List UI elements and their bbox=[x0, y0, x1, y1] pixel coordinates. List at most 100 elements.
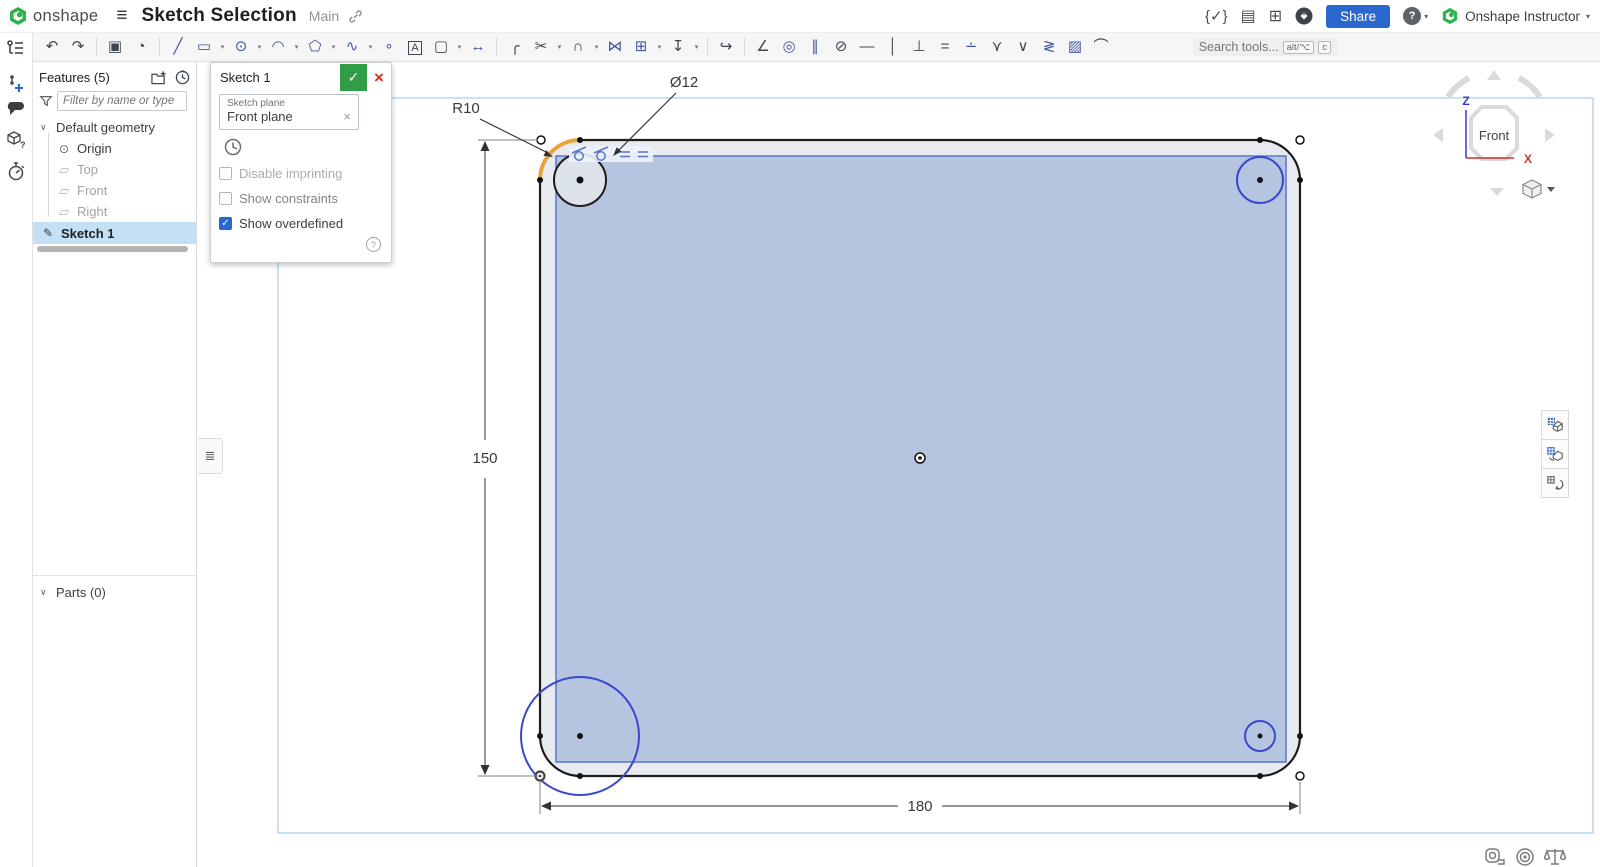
onshape-logo-icon[interactable] bbox=[8, 6, 28, 26]
apps-grid-icon[interactable]: ⊞ bbox=[1269, 6, 1282, 26]
chevron-down-icon[interactable]: ∨ bbox=[40, 587, 50, 598]
rectangle-tool-button[interactable]: ▭ bbox=[192, 36, 216, 58]
chevron-down-icon[interactable]: ▾ bbox=[329, 43, 338, 51]
mass-properties-scale-icon[interactable] bbox=[1544, 846, 1566, 867]
line-tool-button[interactable]: ╱ bbox=[166, 36, 190, 58]
horizontal-constraint-button[interactable]: ― bbox=[855, 36, 879, 58]
checkbox-icon[interactable]: ✓ bbox=[219, 217, 232, 230]
coincident-constraint-button[interactable]: ∠ bbox=[751, 36, 775, 58]
checklist-icon[interactable]: ▤ bbox=[1241, 6, 1256, 26]
rollback-clock-icon[interactable] bbox=[224, 138, 242, 156]
tree-item-default-geometry[interactable]: ∨ Default geometry bbox=[33, 117, 196, 138]
chevron-down-icon[interactable]: ▾ bbox=[218, 43, 227, 51]
text-tool-button[interactable]: A bbox=[403, 36, 427, 58]
history-clock-icon[interactable] bbox=[175, 70, 190, 85]
import-dxf-dwg-button[interactable]: ↧ bbox=[666, 36, 690, 58]
checkbox-show-overdefined[interactable]: ✓ Show overdefined bbox=[219, 216, 383, 231]
tree-item-origin[interactable]: ⊙ Origin bbox=[33, 138, 196, 159]
slot-tool-button[interactable]: ▢ bbox=[429, 36, 453, 58]
chevron-down-icon[interactable]: ▾ bbox=[366, 43, 375, 51]
parts-section-header[interactable]: ∨ Parts (0) bbox=[33, 582, 196, 603]
share-button[interactable]: Share bbox=[1326, 5, 1390, 28]
point-tool-button[interactable]: ∘ bbox=[377, 36, 401, 58]
curvature-constraint-button[interactable]: ⌒ bbox=[1089, 36, 1113, 58]
cancel-button[interactable]: × bbox=[367, 64, 391, 91]
symmetric-constraint-button[interactable]: ≷ bbox=[1037, 36, 1061, 58]
bullseye-icon[interactable] bbox=[1514, 846, 1536, 867]
chevron-down-icon[interactable]: ▾ bbox=[255, 43, 264, 51]
workspace-name[interactable]: Main bbox=[309, 8, 339, 24]
sketch-plane-field[interactable]: Sketch plane Front plane × bbox=[219, 94, 359, 130]
midpoint-constraint-button[interactable]: ∸ bbox=[959, 36, 983, 58]
view-cube-grid-button[interactable] bbox=[1541, 410, 1569, 440]
insert-version-icon[interactable] bbox=[6, 73, 26, 93]
trim-tool-button[interactable]: ✂ bbox=[529, 36, 553, 58]
filter-input[interactable] bbox=[57, 91, 187, 111]
help-icon[interactable]: ? bbox=[1403, 7, 1421, 25]
search-tools-input[interactable]: Search tools... alt/⌥ c bbox=[1193, 38, 1337, 56]
dimension-150[interactable]: 150 bbox=[472, 140, 538, 776]
account-name[interactable]: Onshape Instructor bbox=[1465, 9, 1580, 24]
paste-sketch-button[interactable]: ▣ bbox=[103, 36, 127, 58]
link-icon[interactable] bbox=[348, 9, 363, 24]
chevron-down-icon[interactable]: ▾ bbox=[555, 43, 564, 51]
dialog-help-icon[interactable]: ? bbox=[366, 237, 381, 252]
view-rotate-grid-button[interactable] bbox=[1541, 439, 1569, 469]
hamburger-menu-icon[interactable]: ≡ bbox=[116, 5, 127, 27]
arc-tool-button[interactable]: ◠ bbox=[266, 36, 290, 58]
chevron-down-icon[interactable]: ▾ bbox=[1424, 12, 1428, 21]
new-folder-icon[interactable] bbox=[151, 70, 167, 85]
tangent-constraint-button[interactable]: ⊘ bbox=[829, 36, 853, 58]
equal-constraint-button[interactable]: = bbox=[933, 36, 957, 58]
dimension-180[interactable]: 180 bbox=[540, 782, 1300, 815]
circle-tool-button[interactable]: ⊙ bbox=[229, 36, 253, 58]
transform-tool-button[interactable]: ↪ bbox=[714, 36, 738, 58]
normal-constraint-button[interactable]: ⋎ bbox=[985, 36, 1009, 58]
confirm-button[interactable]: ✓ bbox=[340, 64, 367, 91]
redo-button[interactable]: ↷ bbox=[66, 36, 90, 58]
clear-selection-icon[interactable]: × bbox=[343, 109, 351, 124]
checkbox-disable-imprinting[interactable]: Disable imprinting bbox=[219, 166, 383, 181]
featurescript-icon[interactable]: {✓} bbox=[1205, 7, 1228, 25]
tape-measure-icon[interactable] bbox=[1484, 846, 1506, 867]
vertical-constraint-button[interactable]: │ bbox=[881, 36, 905, 58]
view-section-grid-button[interactable] bbox=[1541, 468, 1569, 498]
comments-icon[interactable] bbox=[6, 101, 26, 121]
undo-button[interactable]: ↶ bbox=[40, 36, 64, 58]
pierce-constraint-button[interactable]: ∨ bbox=[1011, 36, 1035, 58]
chevron-down-icon[interactable]: ▾ bbox=[455, 43, 464, 51]
tree-item-right-plane[interactable]: ▱ Right bbox=[33, 201, 196, 222]
concentric-constraint-button[interactable]: ◎ bbox=[777, 36, 801, 58]
tree-item-front-plane[interactable]: ▱ Front bbox=[33, 180, 196, 201]
dimension-tool-button[interactable]: ↔ bbox=[466, 36, 490, 58]
fix-constraint-button[interactable]: ▨ bbox=[1063, 36, 1087, 58]
feature-list-toggle-icon[interactable] bbox=[6, 38, 26, 58]
parallel-constraint-button[interactable]: ∥ bbox=[803, 36, 827, 58]
use-project-convert-button[interactable]: ◔ bbox=[129, 36, 153, 58]
tree-item-sketch1-selected[interactable]: ✎ Sketch 1 bbox=[33, 222, 196, 244]
chevron-down-icon[interactable]: ∨ bbox=[40, 122, 50, 133]
chevron-down-icon[interactable]: ▾ bbox=[692, 43, 701, 51]
chevron-down-icon[interactable]: ▾ bbox=[592, 43, 601, 51]
polygon-tool-button[interactable]: ⬠ bbox=[303, 36, 327, 58]
perpendicular-constraint-button[interactable]: ⊥ bbox=[907, 36, 931, 58]
dimension-r10[interactable]: R10 bbox=[452, 100, 553, 157]
tag-icon[interactable] bbox=[1295, 7, 1313, 25]
chevron-down-icon[interactable]: ▾ bbox=[655, 43, 664, 51]
checkbox-icon[interactable] bbox=[219, 192, 232, 205]
checkbox-show-constraints[interactable]: Show constraints bbox=[219, 191, 383, 206]
view-cube[interactable]: Front Z X bbox=[1433, 70, 1555, 198]
features-panel-toggle[interactable]: ≣ bbox=[198, 438, 223, 474]
fillet-tool-button[interactable]: ╭ bbox=[503, 36, 527, 58]
center-point[interactable] bbox=[915, 453, 925, 463]
constraint-glyphs[interactable] bbox=[569, 146, 653, 162]
offset-tool-button[interactable]: ∩ bbox=[566, 36, 590, 58]
chevron-down-icon[interactable]: ▾ bbox=[292, 43, 301, 51]
help-cube-icon[interactable]: ? bbox=[6, 130, 26, 150]
pattern-tool-button[interactable]: ⊞ bbox=[629, 36, 653, 58]
filter-funnel-icon[interactable] bbox=[39, 94, 53, 108]
horizontal-scrollbar[interactable] bbox=[37, 246, 188, 252]
spline-tool-button[interactable]: ∿ bbox=[340, 36, 364, 58]
stopwatch-icon[interactable] bbox=[6, 161, 26, 181]
mirror-tool-button[interactable]: ⋈ bbox=[603, 36, 627, 58]
